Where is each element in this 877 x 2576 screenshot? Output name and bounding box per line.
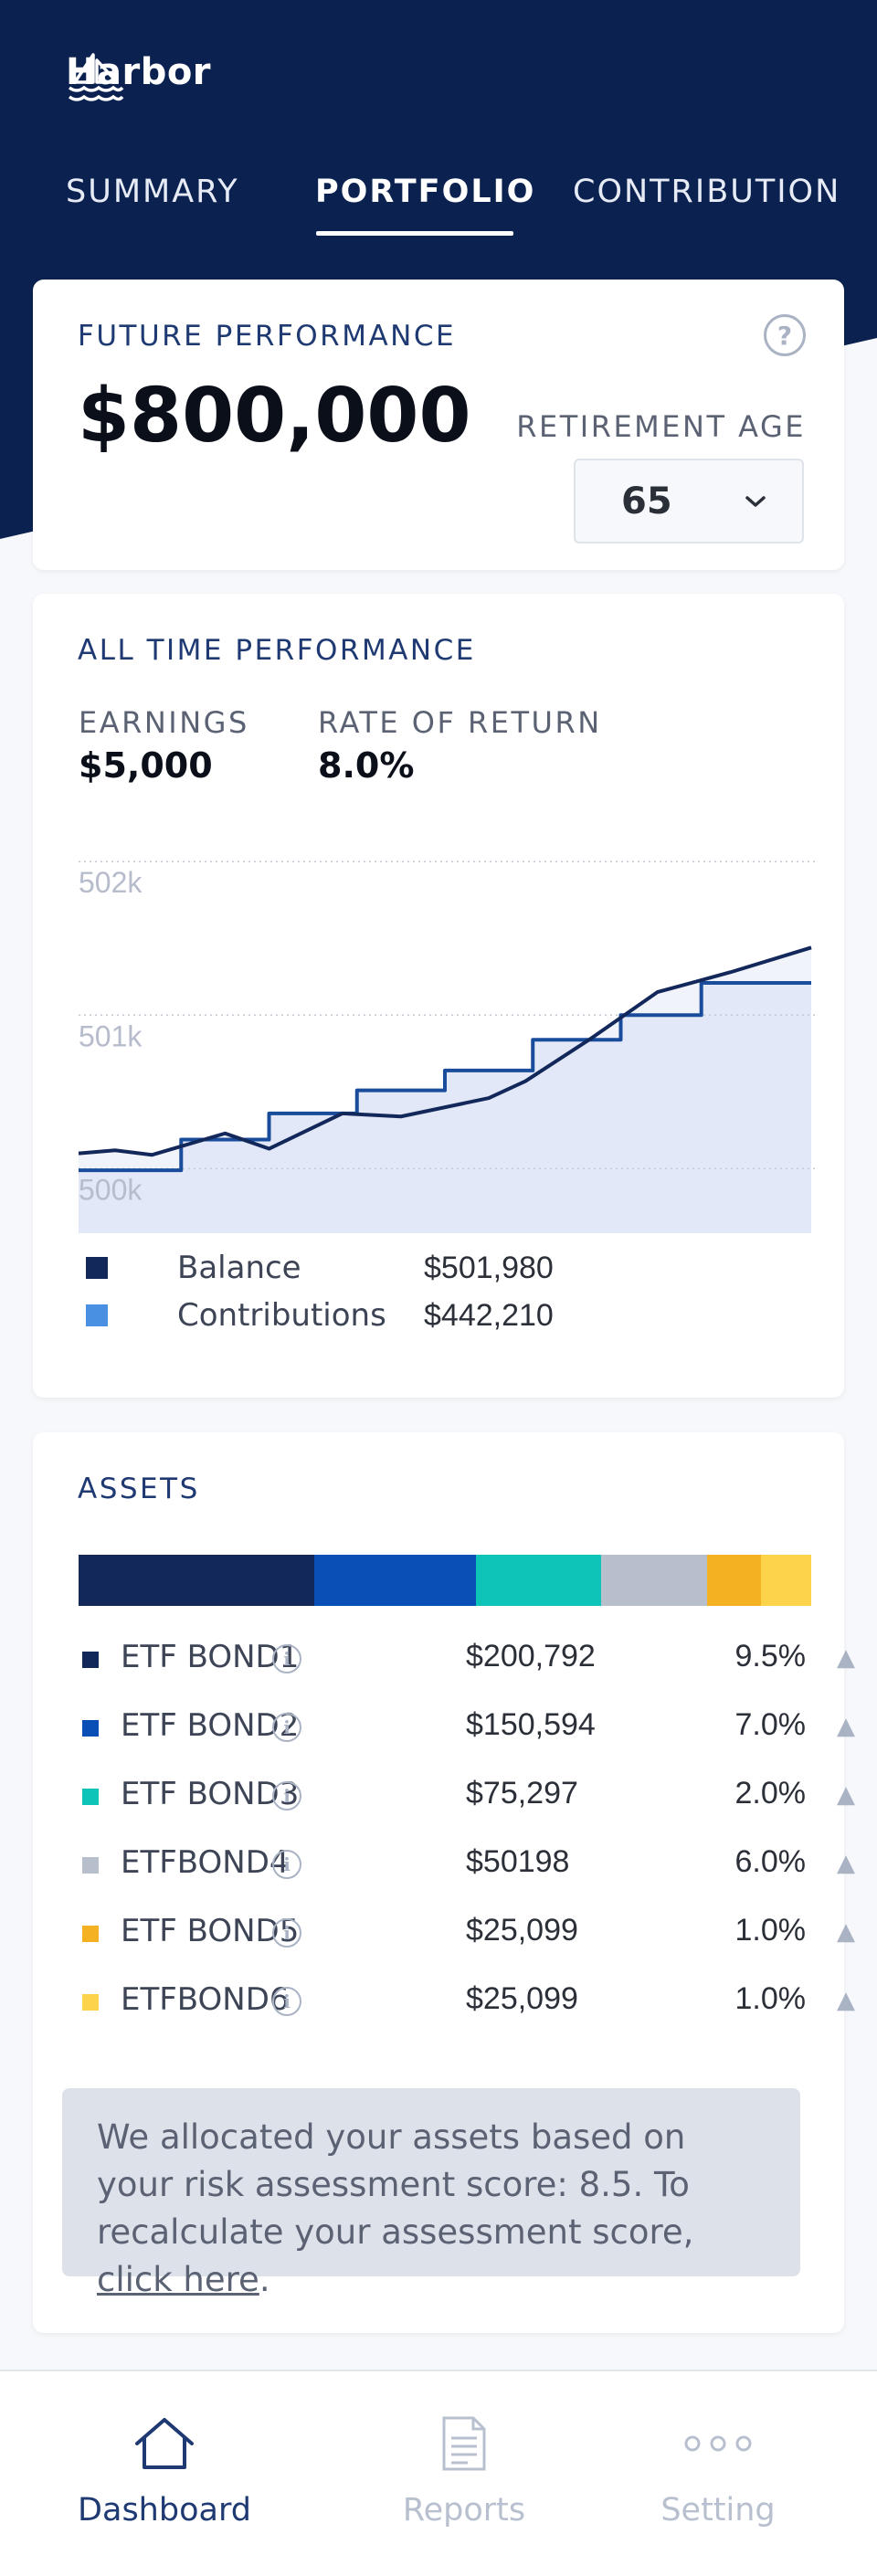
- nav-dashboard[interactable]: Dashboard: [55, 2412, 274, 2528]
- document-icon: [442, 2416, 486, 2471]
- asset-percent: 7.0%: [734, 1707, 807, 1742]
- retirement-age-label: RETIREMENT AGE: [516, 409, 806, 444]
- legend-swatch-balance: [86, 1257, 108, 1279]
- nav-dashboard-label: Dashboard: [78, 2492, 251, 2528]
- allocation-segment: [600, 1555, 708, 1606]
- future-performance-card: FUTURE PERFORMANCE ? $800,000 RETIREMENT…: [33, 280, 844, 570]
- future-performance-amount: $800,000: [78, 373, 471, 459]
- legend-item-balance: Balance $501,980: [86, 1248, 554, 1288]
- app-logo: Harbor: [66, 51, 211, 101]
- legend-swatch-contributions: [86, 1304, 108, 1326]
- tab-summary[interactable]: SUMMARY: [66, 174, 239, 210]
- trend-up-icon: ▲: [837, 1781, 855, 1809]
- tab-bar: SUMMARY PORTFOLIO CONTRIBUTION: [0, 174, 877, 247]
- trend-up-icon: ▲: [837, 1850, 855, 1877]
- rate-of-return-label: RATE OF RETURN: [318, 705, 602, 740]
- allocation-segment: [761, 1555, 811, 1606]
- tab-portfolio[interactable]: PORTFOLIO: [315, 174, 535, 210]
- all-time-performance-card: ALL TIME PERFORMANCE EARNINGS $5,000 RAT…: [33, 594, 844, 1398]
- asset-percent: 2.0%: [734, 1776, 807, 1811]
- trend-up-icon: ▲: [837, 1644, 855, 1672]
- assets-card: ASSETS ETF BOND1 i $200,792 9.5% ▲ ETF BOND2 i…: [33, 1432, 855, 2333]
- recalculate-link[interactable]: click here: [97, 2260, 259, 2299]
- info-icon[interactable]: i: [272, 1644, 301, 1673]
- home-icon: [135, 2418, 194, 2469]
- rate-of-return-value: 8.0%: [318, 745, 415, 786]
- asset-name: ETFBOND6: [121, 1981, 290, 2018]
- asset-percent: 1.0%: [734, 1981, 807, 2016]
- allocation-segment: [476, 1555, 601, 1606]
- allocation-segment: [314, 1555, 477, 1606]
- info-icon[interactable]: i: [272, 1987, 301, 2016]
- asset-row: ETF BOND3 i $75,297 2.0% ▲: [79, 1772, 857, 1818]
- sailboat-icon: [68, 53, 124, 101]
- info-icon[interactable]: i: [272, 1918, 301, 1948]
- more-dots-icon: [684, 2435, 752, 2452]
- info-icon[interactable]: i: [272, 1713, 301, 1742]
- asset-row: ETF BOND1 i $200,792 9.5% ▲: [79, 1635, 857, 1681]
- asset-row: ETFBOND4 i $50198 6.0% ▲: [79, 1841, 857, 1886]
- info-icon[interactable]: i: [272, 1781, 301, 1811]
- asset-color-swatch: [82, 1652, 99, 1668]
- asset-percent: 6.0%: [734, 1844, 807, 1879]
- nav-reports[interactable]: Reports: [354, 2412, 574, 2528]
- trend-up-icon: ▲: [837, 1713, 855, 1740]
- asset-color-swatch: [82, 1789, 99, 1805]
- allocation-segment: [707, 1555, 762, 1606]
- asset-amount: $200,792: [466, 1639, 596, 1673]
- allocation-segment: [79, 1555, 315, 1606]
- asset-color-swatch: [82, 1720, 99, 1737]
- earnings-label: EARNINGS: [79, 705, 249, 740]
- asset-color-swatch: [82, 1994, 99, 2011]
- asset-amount: $25,099: [466, 1913, 578, 1948]
- asset-percent: 9.5%: [734, 1639, 807, 1673]
- all-time-performance-title: ALL TIME PERFORMANCE: [78, 634, 476, 667]
- nav-setting[interactable]: Setting: [608, 2412, 828, 2528]
- asset-color-swatch: [82, 1926, 99, 1942]
- asset-amount: $150,594: [466, 1707, 596, 1742]
- y-tick-label: 502k: [79, 866, 143, 899]
- retirement-age-select[interactable]: 65: [574, 459, 804, 544]
- y-tick-label: 501k: [79, 1019, 143, 1052]
- legend-value-balance: $501,980: [424, 1250, 554, 1285]
- active-tab-indicator: [316, 231, 513, 236]
- asset-row: ETF BOND2 i $150,594 7.0% ▲: [79, 1704, 857, 1749]
- asset-row: ETF BOND5 i $25,099 1.0% ▲: [79, 1909, 857, 1955]
- notice-end: .: [259, 2260, 270, 2299]
- chevron-down-icon: [745, 496, 766, 507]
- future-performance-title: FUTURE PERFORMANCE: [78, 320, 457, 353]
- notice-text: We allocated your assets based on your r…: [97, 2117, 694, 2252]
- earnings-value: $5,000: [79, 745, 213, 786]
- nav-setting-label: Setting: [660, 2492, 776, 2528]
- tab-contribution[interactable]: CONTRIBUTION: [573, 174, 840, 210]
- asset-amount: $75,297: [466, 1776, 578, 1811]
- legend-label-balance: Balance: [177, 1250, 301, 1286]
- y-tick-label: 500k: [79, 1173, 143, 1206]
- bottom-nav: Dashboard Reports Setting: [0, 2370, 877, 2576]
- legend-label-contributions: Contributions: [177, 1297, 386, 1334]
- asset-amount: $25,099: [466, 1981, 578, 2016]
- retirement-age-value: 65: [621, 480, 672, 523]
- risk-assessment-notice: We allocated your assets based on your r…: [62, 2088, 800, 2299]
- asset-row: ETFBOND6 i $25,099 1.0% ▲: [79, 1978, 857, 2023]
- asset-name: ETFBOND4: [121, 1844, 290, 1881]
- asset-color-swatch: [82, 1857, 99, 1874]
- info-icon[interactable]: i: [272, 1850, 301, 1879]
- legend-item-contributions: Contributions $442,210: [86, 1295, 554, 1336]
- trend-up-icon: ▲: [837, 1918, 855, 1946]
- trend-up-icon: ▲: [837, 1987, 855, 2014]
- asset-amount: $50198: [466, 1844, 570, 1879]
- asset-percent: 1.0%: [734, 1913, 807, 1948]
- assets-title: ASSETS: [78, 1473, 200, 1505]
- question-circle-icon[interactable]: ?: [764, 314, 806, 356]
- nav-reports-label: Reports: [402, 2492, 526, 2528]
- performance-chart: 502k 501k 500k: [79, 860, 815, 1233]
- allocation-bar: [79, 1555, 811, 1606]
- legend-value-contributions: $442,210: [424, 1297, 554, 1333]
